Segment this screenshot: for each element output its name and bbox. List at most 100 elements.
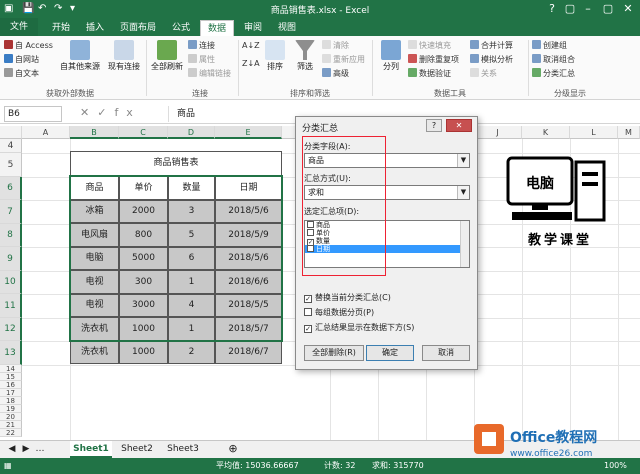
field-select[interactable]: 商品 ▼ xyxy=(304,153,470,168)
name-box[interactable]: B6 xyxy=(4,106,62,122)
remove-all-button[interactable]: 全部删除(R) xyxy=(304,345,364,361)
edit-links-button[interactable]: 编辑链接 xyxy=(188,68,231,79)
column-header[interactable]: D xyxy=(168,126,215,139)
sort-az-icon[interactable]: A↓Z xyxy=(242,40,260,51)
from-text-button[interactable]: 自文本 xyxy=(4,68,39,79)
row-header[interactable]: 20 xyxy=(0,413,22,421)
page-break-checkbox[interactable]: 每组数据分页(P) xyxy=(304,307,374,318)
dialog-close-button[interactable]: ✕ xyxy=(446,119,472,132)
fx-icon[interactable]: fx xyxy=(114,106,140,119)
table-cell[interactable]: 6 xyxy=(168,247,215,270)
summary-item-row[interactable]: 商品 xyxy=(305,221,469,229)
enter-icon[interactable]: ✓ xyxy=(97,106,114,119)
checkbox-unchecked-icon[interactable] xyxy=(304,308,312,316)
table-cell[interactable]: 2018/5/9 xyxy=(215,223,282,247)
checkbox-unchecked-icon[interactable] xyxy=(307,229,314,236)
row-header[interactable]: 9 xyxy=(0,247,22,271)
chevron-down-icon[interactable]: ▼ xyxy=(457,186,469,199)
table-cell[interactable]: 2000 xyxy=(119,200,168,223)
table-cell[interactable]: 电风扇 xyxy=(70,223,119,247)
sort-button[interactable]: 排序 xyxy=(262,40,288,72)
clear-filter-button[interactable]: 清除 xyxy=(322,40,349,51)
sheet-tab[interactable]: Sheet1 xyxy=(70,441,112,458)
row-header[interactable]: 13 xyxy=(0,341,22,365)
row-header[interactable]: 14 xyxy=(0,365,22,373)
subtotal-button[interactable]: 分类汇总 xyxy=(532,68,575,79)
table-cell[interactable]: 1000 xyxy=(119,341,168,364)
zoom-level[interactable]: 100% xyxy=(604,458,627,474)
more-sheets-icon[interactable]: … xyxy=(34,441,46,458)
table-cell[interactable]: 300 xyxy=(119,270,168,294)
row-header[interactable]: 6 xyxy=(0,177,22,200)
help-button[interactable]: ? xyxy=(544,1,560,16)
sheet-tab[interactable]: Sheet3 xyxy=(162,441,204,458)
scroll-left-icon[interactable]: ◀ xyxy=(6,441,18,458)
column-header[interactable]: E xyxy=(215,126,282,139)
table-header-cell[interactable]: 日期 xyxy=(215,176,282,200)
table-header-cell[interactable]: 商品 xyxy=(70,176,119,200)
row-header[interactable]: 4 xyxy=(0,139,22,153)
column-header[interactable]: A xyxy=(22,126,70,139)
flash-fill-button[interactable]: 快速填充 xyxy=(408,40,451,51)
refresh-all-button[interactable]: 全部刷新 xyxy=(148,40,186,72)
list-scrollbar[interactable] xyxy=(460,221,469,267)
table-cell[interactable]: 洗衣机 xyxy=(70,341,119,364)
other-sources-button[interactable]: 自其他来源 xyxy=(58,40,102,72)
what-if-button[interactable]: 模拟分析 xyxy=(470,54,513,65)
row-header[interactable]: 11 xyxy=(0,294,22,318)
row-header[interactable]: 22 xyxy=(0,429,22,437)
checkbox-checked-icon[interactable]: ✓ xyxy=(304,295,312,303)
tab-file[interactable]: 文件 xyxy=(0,18,38,36)
consolidate-button[interactable]: 合并计算 xyxy=(470,40,513,51)
column-header[interactable]: C xyxy=(119,126,168,139)
text-to-columns-button[interactable]: 分列 xyxy=(376,40,406,72)
tab-page-layout[interactable]: 页面布局 xyxy=(114,20,162,36)
table-cell[interactable]: 5 xyxy=(168,223,215,247)
scroll-right-icon[interactable]: ▶ xyxy=(20,441,32,458)
minimize-button[interactable]: – xyxy=(580,1,596,16)
table-cell[interactable]: 1 xyxy=(168,270,215,294)
table-cell[interactable]: 电视 xyxy=(70,294,119,317)
connections-button[interactable]: 连接 xyxy=(188,40,215,51)
existing-connections-button[interactable]: 现有连接 xyxy=(106,40,142,72)
tab-review[interactable]: 审阅 xyxy=(238,20,268,36)
tab-home[interactable]: 开始 xyxy=(44,20,78,36)
add-sheet-icon[interactable]: ⊕ xyxy=(226,441,240,458)
cancel-icon[interactable]: ✕ xyxy=(80,106,97,119)
row-header[interactable]: 16 xyxy=(0,381,22,389)
table-cell[interactable]: 2 xyxy=(168,341,215,364)
properties-button[interactable]: 属性 xyxy=(188,54,215,65)
sort-za-icon[interactable]: Z↓A xyxy=(242,58,260,69)
chevron-down-icon[interactable]: ▼ xyxy=(457,154,469,167)
table-cell[interactable]: 电视 xyxy=(70,270,119,294)
row-header[interactable]: 21 xyxy=(0,421,22,429)
tab-insert[interactable]: 插入 xyxy=(80,20,110,36)
advanced-filter-button[interactable]: 高级 xyxy=(322,68,349,79)
summary-item-row[interactable]: ✓ 数量 xyxy=(305,237,469,246)
table-title-cell[interactable]: 商品销售表 xyxy=(70,151,282,176)
table-cell[interactable]: 2018/5/6 xyxy=(215,200,282,223)
table-header-cell[interactable]: 数量 xyxy=(168,176,215,200)
replace-current-checkbox[interactable]: ✓ 替换当前分类汇总(C) xyxy=(304,292,391,303)
relationships-button[interactable]: 关系 xyxy=(470,68,497,79)
summary-items-list[interactable]: 商品 单价 ✓ 数量 日期 xyxy=(304,220,470,268)
table-cell[interactable]: 2018/5/7 xyxy=(215,317,282,341)
cancel-button[interactable]: 取消 xyxy=(422,345,470,361)
summary-item-row[interactable]: 单价 xyxy=(305,229,469,237)
data-validation-button[interactable]: 数据验证 xyxy=(408,68,451,79)
row-header[interactable]: 17 xyxy=(0,389,22,397)
row-header[interactable]: 18 xyxy=(0,397,22,405)
table-cell[interactable]: 800 xyxy=(119,223,168,247)
select-all-corner[interactable] xyxy=(0,126,22,139)
tab-view[interactable]: 视图 xyxy=(272,20,302,36)
table-cell[interactable]: 2018/5/6 xyxy=(215,247,282,270)
table-cell[interactable]: 冰箱 xyxy=(70,200,119,223)
summary-item-row[interactable]: 日期 xyxy=(305,245,469,253)
from-access-button[interactable]: 自 Access xyxy=(4,40,53,51)
table-cell[interactable]: 2018/6/6 xyxy=(215,270,282,294)
checkbox-checked-icon[interactable]: ✓ xyxy=(304,325,312,333)
method-select[interactable]: 求和 ▼ xyxy=(304,185,470,200)
maximize-button[interactable]: ▢ xyxy=(600,1,616,16)
table-cell[interactable]: 2018/6/7 xyxy=(215,341,282,364)
table-cell[interactable]: 1 xyxy=(168,317,215,341)
